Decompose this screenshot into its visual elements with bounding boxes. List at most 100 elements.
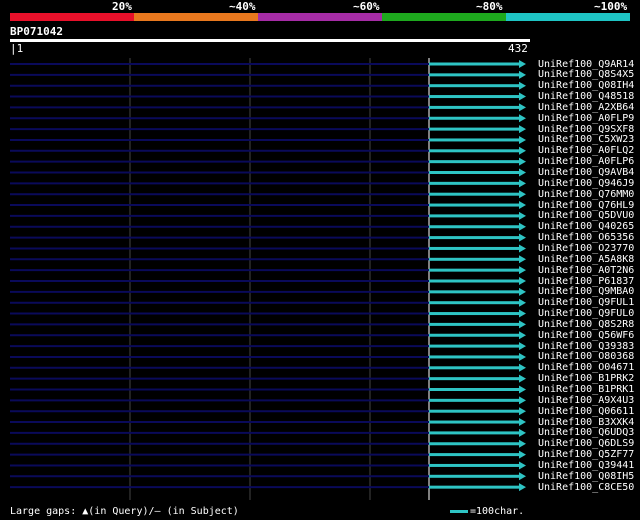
hit-alignment-bar[interactable]	[429, 474, 520, 478]
hit-alignment-bar[interactable]	[429, 355, 520, 359]
hit-label[interactable]: UniRef100_Q9MBA0	[538, 286, 634, 297]
hit-alignment-bar[interactable]	[429, 149, 520, 153]
hit-alignment-bar[interactable]	[429, 301, 520, 305]
hit-alignment-bar[interactable]	[429, 268, 520, 272]
hit-label[interactable]: UniRef100_C8CE50	[538, 482, 634, 493]
hit-label[interactable]: UniRef100_B1PRK2	[538, 373, 634, 384]
hit-label[interactable]: UniRef100_Q39441	[538, 460, 634, 471]
hit-alignment-bar[interactable]	[429, 203, 520, 207]
hit-alignment-bar[interactable]	[429, 442, 520, 446]
hit-alignment-bar[interactable]	[429, 366, 520, 370]
hit-label[interactable]: UniRef100_B3XXK4	[538, 417, 634, 428]
hit-alignment-bar[interactable]	[429, 138, 520, 142]
hit-arrow-icon	[519, 439, 526, 448]
hit-label[interactable]: UniRef100_A2XB64	[538, 102, 634, 113]
hit-label[interactable]: UniRef100_Q06611	[538, 406, 634, 417]
hit-alignment-bar[interactable]	[429, 290, 520, 294]
hit-alignment-bar[interactable]	[429, 95, 520, 99]
hit-label[interactable]: UniRef100_O23770	[538, 243, 634, 254]
hit-alignment-bar[interactable]	[429, 420, 520, 424]
hit-arrow-icon	[519, 385, 526, 394]
hit-arrow-icon	[519, 483, 526, 492]
hit-arrow-icon	[519, 266, 526, 275]
hit-arrow-icon	[519, 92, 526, 101]
hit-label[interactable]: UniRef100_B1PRK1	[538, 384, 634, 395]
hit-alignment-bar[interactable]	[429, 62, 520, 66]
hit-alignment-bar[interactable]	[429, 388, 520, 391]
hit-arrow-icon	[519, 418, 526, 427]
hit-label[interactable]: UniRef100_Q946J9	[538, 178, 634, 189]
hit-alignment-bar[interactable]	[429, 344, 520, 348]
hit-label[interactable]: UniRef100_Q48518	[538, 91, 634, 102]
hit-alignment-bar[interactable]	[429, 279, 520, 283]
hit-alignment-bar[interactable]	[429, 257, 520, 261]
hit-alignment-bar[interactable]	[429, 453, 520, 457]
hit-alignment-bar[interactable]	[429, 105, 520, 109]
hit-label[interactable]: UniRef100_A0FLP9	[538, 113, 634, 124]
scale-legend: =100char.	[450, 506, 524, 518]
hit-alignment-bar[interactable]	[429, 181, 520, 185]
hit-alignment-bar[interactable]	[429, 73, 520, 77]
hit-arrow-icon	[519, 70, 526, 79]
hit-alignment-bar[interactable]	[429, 409, 520, 413]
hit-label[interactable]: UniRef100_A0FLQ2	[538, 145, 634, 156]
hit-label[interactable]: UniRef100_C5XW23	[538, 134, 634, 145]
hit-alignment-bar[interactable]	[429, 431, 520, 435]
hit-alignment-bar[interactable]	[429, 214, 520, 218]
hit-label[interactable]: UniRef100_Q6DLS9	[538, 438, 634, 449]
hit-label[interactable]: UniRef100_A0T2N6	[538, 265, 634, 276]
hit-alignment-bar[interactable]	[429, 377, 520, 381]
hit-arrow-icon	[519, 201, 526, 210]
hit-label[interactable]: UniRef100_Q56WF6	[538, 330, 634, 341]
hit-label[interactable]: UniRef100_O80368	[538, 351, 634, 362]
hit-label[interactable]: UniRef100_Q5DVU0	[538, 210, 634, 221]
hit-arrow-icon	[519, 396, 526, 405]
hit-alignment-bar[interactable]	[429, 322, 520, 326]
hit-arrow-icon	[519, 342, 526, 351]
hit-label[interactable]: UniRef100_O04671	[538, 362, 634, 373]
hit-alignment-bar[interactable]	[429, 160, 520, 164]
hit-label[interactable]: UniRef100_A0FLP6	[538, 156, 634, 167]
hit-arrow-icon	[519, 287, 526, 296]
hit-alignment-bar[interactable]	[429, 236, 520, 240]
hit-label[interactable]: UniRef100_Q8S4X5	[538, 69, 634, 80]
hit-label[interactable]: UniRef100_O65356	[538, 232, 634, 243]
hit-label[interactable]: UniRef100_Q6UDQ3	[538, 427, 634, 438]
hit-label[interactable]: UniRef100_Q9AR14	[538, 59, 634, 70]
hit-arrow-icon	[519, 428, 526, 437]
hit-label[interactable]: UniRef100_Q9AVB4	[538, 167, 634, 178]
hit-label[interactable]: UniRef100_Q08IH4	[538, 80, 634, 91]
hit-arrow-icon	[519, 255, 526, 264]
hit-label[interactable]: UniRef100_Q9FUL0	[538, 308, 634, 319]
hit-alignment-bar[interactable]	[429, 485, 520, 489]
hit-label[interactable]: UniRef100_Q40265	[538, 221, 634, 232]
hit-label[interactable]: UniRef100_P61837	[538, 276, 634, 287]
hit-arrow-icon	[519, 450, 526, 459]
hit-arrow-icon	[519, 472, 526, 481]
hit-alignment-bar[interactable]	[429, 225, 520, 229]
hit-alignment-bar[interactable]	[429, 116, 520, 120]
hit-label[interactable]: UniRef100_Q39383	[538, 341, 634, 352]
hit-arrow-icon	[519, 331, 526, 340]
gaps-legend: Large gaps: ▲(in Query)/– (in Subject)	[10, 506, 239, 518]
hit-label[interactable]: UniRef100_A5A8K8	[538, 254, 634, 265]
hit-alignment-bar[interactable]	[429, 246, 520, 250]
hit-alignment-bar[interactable]	[429, 463, 520, 467]
hit-alignment-bar[interactable]	[429, 127, 520, 131]
hit-label[interactable]: UniRef100_Q9FUL1	[538, 297, 634, 308]
subject-gap-text: (in Subject)	[160, 506, 239, 517]
hit-label[interactable]: UniRef100_Q8S2R8	[538, 319, 634, 330]
hit-alignment-bar[interactable]	[429, 84, 520, 88]
hit-label[interactable]: UniRef100_Q08IH5	[538, 471, 634, 482]
hit-alignment-bar[interactable]	[429, 398, 520, 402]
hit-alignment-bar[interactable]	[429, 333, 520, 337]
hit-alignment-bar[interactable]	[429, 192, 520, 196]
hit-label[interactable]: UniRef100_Q76HL9	[538, 200, 634, 211]
hit-label[interactable]: UniRef100_Q5ZF77	[538, 449, 634, 460]
hit-alignment-bar[interactable]	[429, 312, 520, 316]
hit-alignment-bar[interactable]	[429, 171, 520, 174]
hit-label[interactable]: UniRef100_A9X4U3	[538, 395, 634, 406]
hit-label[interactable]: UniRef100_Q76MM0	[538, 189, 634, 200]
hit-arrow-icon	[519, 352, 526, 361]
hit-label[interactable]: UniRef100_Q9SXF8	[538, 124, 634, 135]
